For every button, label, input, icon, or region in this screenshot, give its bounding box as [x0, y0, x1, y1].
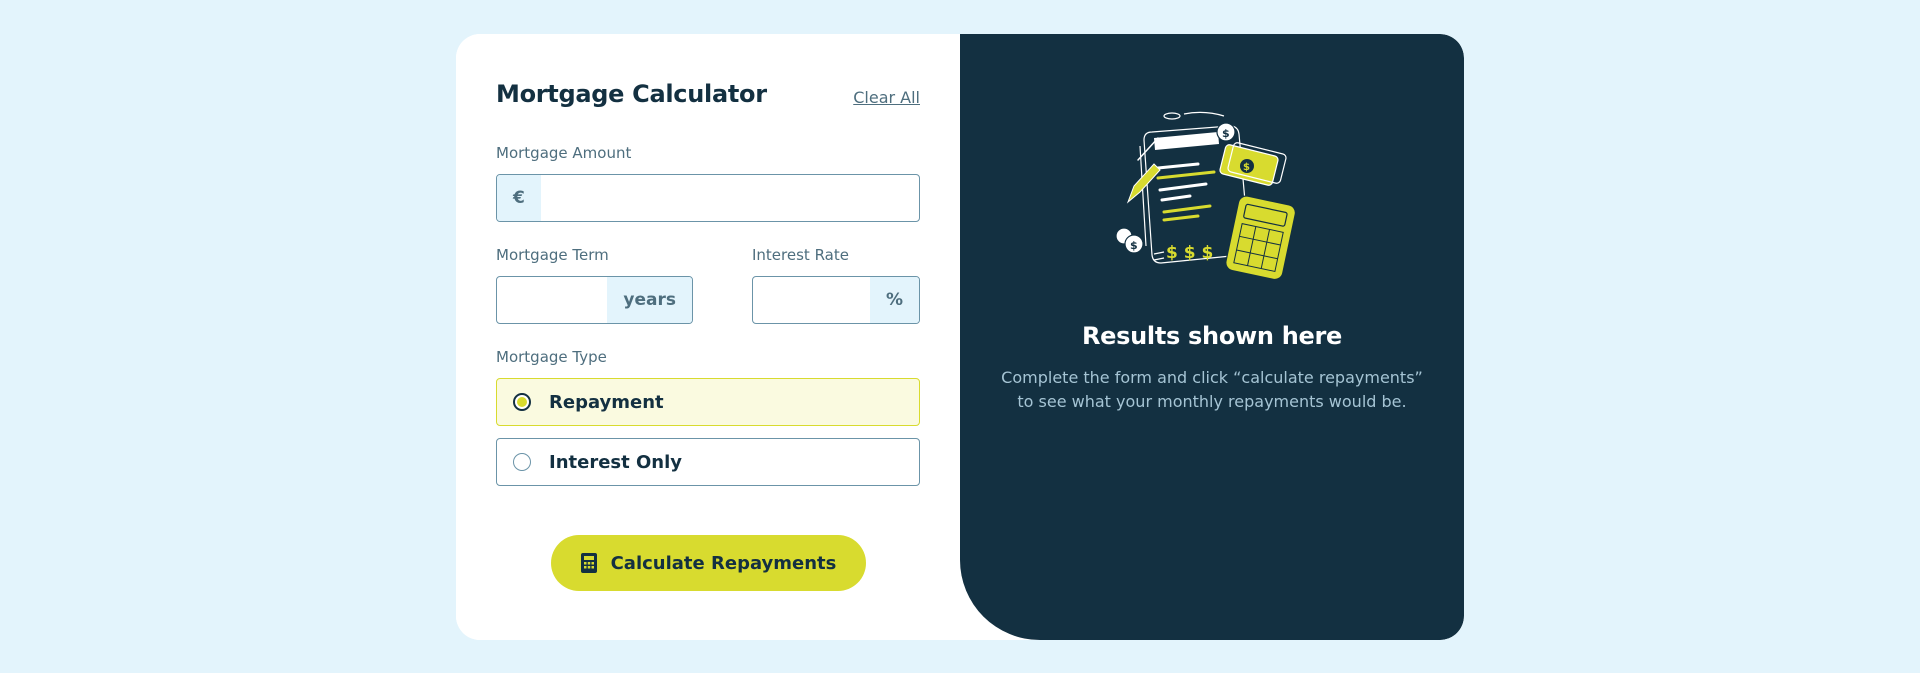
radio-selected-icon[interactable]: [513, 393, 531, 411]
calculate-repayments-label: Calculate Repayments: [610, 552, 837, 574]
mortgage-term-input[interactable]: [497, 277, 608, 323]
percent-suffix: %: [869, 277, 919, 323]
radio-option-repayment[interactable]: Repayment: [496, 378, 920, 426]
svg-text:$: $: [1222, 127, 1230, 140]
radio-label-interest-only: Interest Only: [549, 451, 683, 473]
mortgage-type-label: Mortgage Type: [496, 348, 607, 366]
mortgage-type-group: Mortgage Type Repayment Interest Only: [496, 348, 920, 486]
mortgage-amount-label: Mortgage Amount: [496, 144, 632, 162]
mortgage-amount-field: €: [496, 174, 920, 222]
radio-unselected-icon[interactable]: [513, 453, 531, 471]
clear-all-link[interactable]: Clear All: [853, 88, 920, 107]
page-title: Mortgage Calculator: [496, 80, 767, 108]
form-panel: Mortgage Calculator Clear All Mortgage A…: [456, 34, 960, 640]
term-rate-row: Mortgage Term years Interest Rate %: [496, 246, 920, 324]
results-panel: $ $ $ $ $ $ Results shown here Complete …: [960, 34, 1464, 640]
interest-rate-group: Interest Rate %: [752, 246, 920, 324]
mortgage-term-group: Mortgage Term years: [496, 246, 693, 324]
radio-option-interest-only[interactable]: Interest Only: [496, 438, 920, 486]
calculator-icon: [580, 553, 597, 573]
form-header: Mortgage Calculator Clear All: [496, 74, 920, 114]
empty-results-illustration: $ $ $ $ $ $: [1114, 108, 1310, 288]
mortgage-term-label: Mortgage Term: [496, 246, 609, 264]
svg-text:$ $ $: $ $ $: [1166, 243, 1213, 263]
mortgage-amount-input[interactable]: [540, 175, 919, 221]
mortgage-term-field: years: [496, 276, 693, 324]
svg-text:$: $: [1243, 162, 1250, 173]
results-title: Results shown here: [1081, 322, 1343, 350]
svg-text:$: $: [1130, 239, 1138, 252]
interest-rate-input[interactable]: [753, 277, 870, 323]
calculate-repayments-button[interactable]: Calculate Repayments: [551, 535, 866, 591]
currency-prefix: €: [497, 175, 541, 221]
results-description: Complete the form and click “calculate r…: [1001, 368, 1423, 411]
interest-rate-label: Interest Rate: [752, 246, 849, 264]
mortgage-calculator-card: Mortgage Calculator Clear All Mortgage A…: [456, 34, 1464, 640]
years-suffix: years: [607, 277, 692, 323]
mortgage-amount-group: Mortgage Amount €: [496, 144, 920, 222]
interest-rate-field: %: [752, 276, 920, 324]
radio-label-repayment: Repayment: [549, 391, 664, 413]
